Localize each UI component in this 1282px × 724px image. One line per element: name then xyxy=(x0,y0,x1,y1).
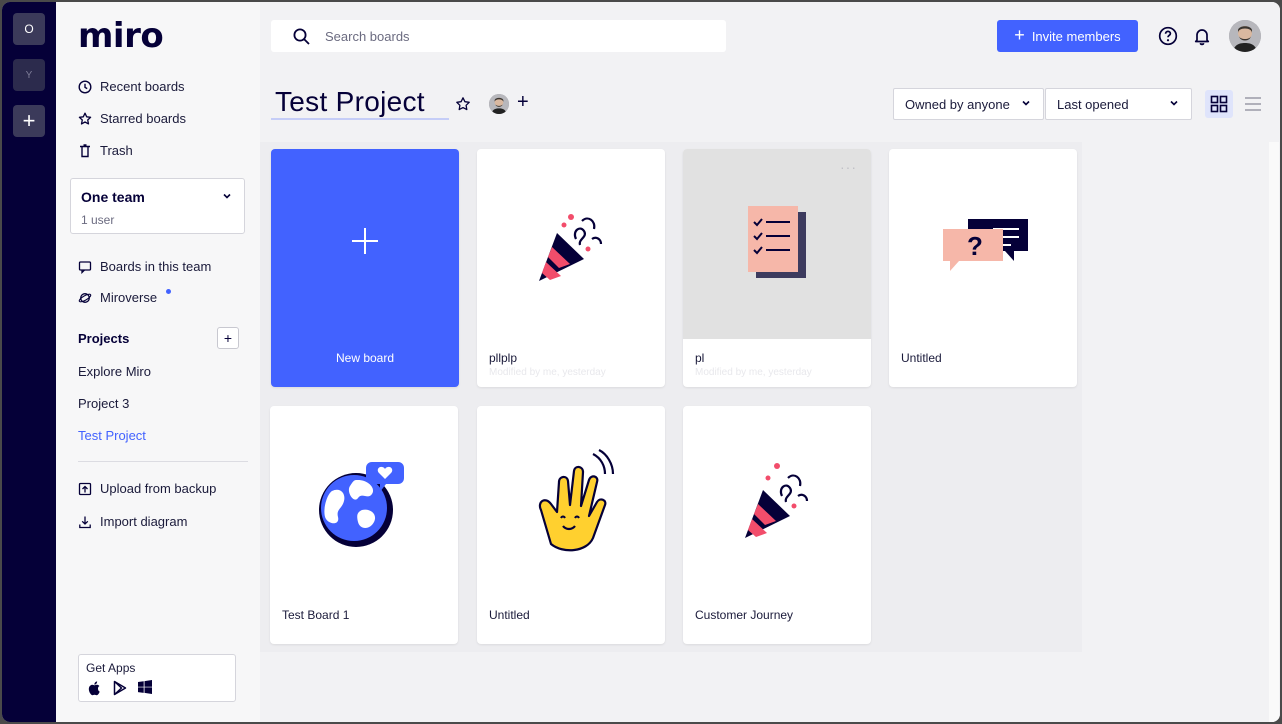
search-icon xyxy=(293,28,310,45)
invite-members-button[interactable]: + Invite members xyxy=(997,20,1138,52)
sidebar-item-label: Recent boards xyxy=(100,79,185,94)
plus-icon xyxy=(352,228,378,254)
team-user-count: 1 user xyxy=(81,213,115,227)
board-name: Customer Journey xyxy=(695,608,794,622)
board-name: Test Board 1 xyxy=(282,608,350,622)
sort-value: Last opened xyxy=(1057,96,1129,112)
windows-icon[interactable] xyxy=(138,680,152,694)
notification-dot xyxy=(166,289,172,294)
sidebar-item-starred-boards[interactable]: Starred boards xyxy=(78,111,186,126)
search-input[interactable] xyxy=(325,26,705,46)
board-modified: Modified by me, yesterday xyxy=(695,367,812,378)
list-view-icon[interactable] xyxy=(1243,94,1263,114)
upload-icon xyxy=(78,482,92,495)
board-name: Untitled xyxy=(901,351,942,365)
svg-text:?: ? xyxy=(967,231,983,261)
chevron-down-icon xyxy=(1170,100,1178,106)
grid-icon xyxy=(1210,95,1228,113)
grid-view-button[interactable] xyxy=(1205,90,1233,118)
sidebar-item-label: Boards in this team xyxy=(100,259,212,274)
download-icon xyxy=(79,516,91,528)
board-card[interactable]: Test Board 1 xyxy=(270,406,458,644)
sidebar-item-label: Miroverse xyxy=(100,290,158,305)
team-switch-y[interactable]: Y xyxy=(13,59,45,91)
project-member-avatar[interactable] xyxy=(489,94,509,114)
invite-members-label: Invite members xyxy=(1031,28,1121,44)
bell-icon[interactable] xyxy=(1192,26,1212,46)
clock-icon xyxy=(78,79,92,94)
trash-icon xyxy=(80,143,90,157)
board-card[interactable]: Untitled xyxy=(477,406,665,644)
board-name: Untitled xyxy=(489,608,530,622)
get-apps-panel: Get Apps xyxy=(78,654,236,702)
planet-icon xyxy=(78,292,92,303)
miro-logo[interactable]: miro xyxy=(78,16,164,56)
new-board-card[interactable]: New board xyxy=(271,149,459,387)
board-card[interactable]: Customer Journey xyxy=(683,406,871,644)
board-card[interactable]: pllplp Modified by me, yesterday xyxy=(477,149,665,387)
sidebar-item-label: Import diagram xyxy=(100,514,188,529)
user-avatar[interactable] xyxy=(1229,20,1261,52)
board-modified: Modified by me, yesterday xyxy=(489,367,606,378)
app-window: O Y + miro Recent boards Starred boards … xyxy=(2,2,1280,722)
board-name: pl xyxy=(695,351,705,365)
owner-filter-value: Owned by anyone xyxy=(905,96,1010,112)
board-card[interactable]: ? Untitled xyxy=(889,149,1077,387)
waving-hand-icon xyxy=(538,449,615,552)
more-options-icon[interactable]: ··· xyxy=(840,159,857,175)
sidebar-item-label: Trash xyxy=(100,143,133,158)
globe-icon xyxy=(319,462,404,547)
plus-icon: + xyxy=(1014,24,1025,45)
sidebar: miro Recent boards Starred boards Trash … xyxy=(56,2,260,722)
get-apps-label: Get Apps xyxy=(86,661,136,675)
chevron-down-icon xyxy=(223,193,231,199)
sidebar-item-import-diagram[interactable]: Import diagram xyxy=(78,514,187,529)
sort-select[interactable]: Last opened xyxy=(1045,88,1192,120)
star-icon xyxy=(78,112,92,125)
board-card[interactable]: ··· pl Modified by me, yesterday xyxy=(683,149,871,387)
sidebar-item-miroverse[interactable]: Miroverse xyxy=(78,289,172,305)
party-popper-icon xyxy=(745,463,809,538)
apple-icon[interactable] xyxy=(87,680,103,696)
sidebar-item-boards-in-team[interactable]: Boards in this team xyxy=(78,259,211,274)
checklist-icon xyxy=(748,206,806,278)
chat-bubbles-icon: ? xyxy=(943,219,1028,271)
team-selector[interactable]: One team 1 user xyxy=(70,178,245,234)
sidebar-item-upload-backup[interactable]: Upload from backup xyxy=(78,481,216,496)
chevron-down-icon xyxy=(1022,100,1030,106)
search-box[interactable] xyxy=(271,20,726,52)
title-underline xyxy=(271,118,449,120)
party-popper-icon xyxy=(539,214,603,281)
board-name: pllplp xyxy=(489,351,518,365)
avatar-photo xyxy=(489,94,509,114)
sidebar-item-recent-boards[interactable]: Recent boards xyxy=(78,79,185,94)
board-icon xyxy=(78,260,92,274)
sidebar-item-label: Upload from backup xyxy=(100,481,217,496)
projects-heading: Projects xyxy=(78,331,130,346)
google-play-icon[interactable] xyxy=(113,680,128,696)
team-rail: O Y + xyxy=(2,2,56,722)
page-title[interactable]: Test Project xyxy=(275,86,425,118)
sidebar-divider xyxy=(78,461,248,462)
add-project-member-button[interactable]: + xyxy=(517,91,529,114)
sidebar-item-label: Starred boards xyxy=(100,111,186,126)
scrollbar[interactable] xyxy=(1269,142,1279,722)
help-icon[interactable] xyxy=(1158,26,1178,46)
avatar-photo xyxy=(1229,20,1261,52)
board-name: New board xyxy=(335,351,395,365)
star-project-icon[interactable] xyxy=(455,96,471,112)
project-item-project-3[interactable]: Project 3 xyxy=(78,396,129,411)
main-content: + Invite members Test Project + Owned by… xyxy=(260,2,1280,722)
add-team-button[interactable]: + xyxy=(13,105,45,137)
project-item-test-project[interactable]: Test Project xyxy=(78,428,146,443)
project-item-explore-miro[interactable]: Explore Miro xyxy=(78,364,151,379)
team-switch-o[interactable]: O xyxy=(13,13,45,45)
team-name: One team xyxy=(81,189,145,205)
add-project-button[interactable]: + xyxy=(217,327,239,349)
sidebar-item-trash[interactable]: Trash xyxy=(78,143,133,158)
owner-filter-select[interactable]: Owned by anyone xyxy=(893,88,1044,120)
